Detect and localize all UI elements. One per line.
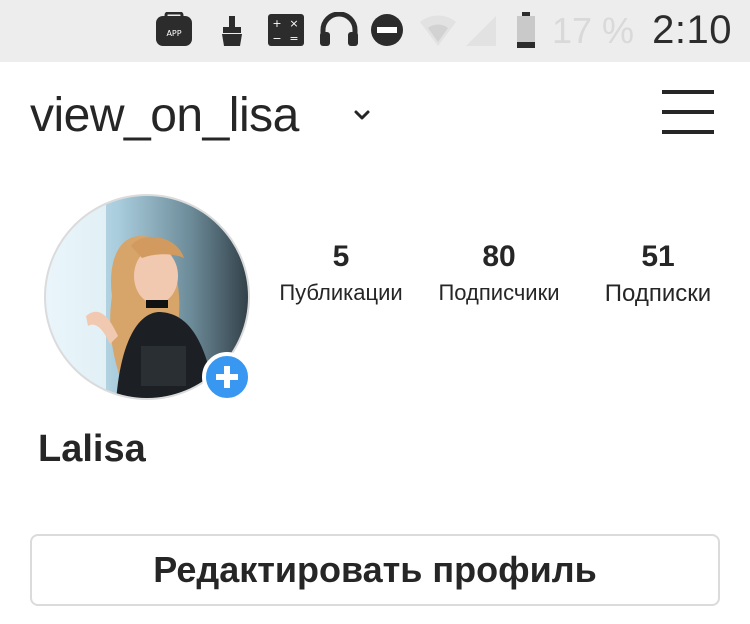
clock: 2:10 <box>652 8 732 52</box>
profile-header: view_on_lisa <box>0 62 750 172</box>
svg-text:=: = <box>289 32 298 45</box>
battery-icon <box>514 12 538 48</box>
posts-count[interactable]: 5 Публикации <box>268 240 414 306</box>
cleaner-brush-icon <box>218 12 246 48</box>
svg-text:−: − <box>272 32 281 45</box>
following-label: Подписки <box>604 280 712 307</box>
followers-count[interactable]: 80 Подписчики <box>426 240 572 306</box>
menu-icon[interactable] <box>660 88 716 136</box>
followers-value: 80 <box>482 240 516 273</box>
following-value: 51 <box>641 240 675 273</box>
add-story-button[interactable] <box>202 352 252 402</box>
display-name: Lalisa <box>38 428 146 470</box>
chevron-down-icon[interactable] <box>350 106 374 126</box>
edit-profile-button[interactable]: Редактировать профиль <box>30 534 720 606</box>
posts-label: Публикации <box>279 280 403 305</box>
avatar[interactable] <box>44 194 252 402</box>
svg-text:APP: APP <box>166 29 181 38</box>
signal-icon <box>464 12 498 48</box>
headphones-icon <box>318 12 360 48</box>
posts-value: 5 <box>332 240 350 273</box>
calculator-icon: + × − = <box>266 12 306 48</box>
status-bar: APP + × − = 17 % 2:10 <box>0 0 750 62</box>
followers-label: Подписчики <box>438 280 560 305</box>
svg-text:×: × <box>289 17 298 30</box>
following-count[interactable]: 51 Подписки <box>588 240 728 308</box>
do-not-disturb-icon <box>368 12 406 48</box>
wifi-icon <box>418 12 458 48</box>
battery-percent: 17 % <box>552 10 635 51</box>
svg-text:+: + <box>272 17 281 30</box>
username[interactable]: view_on_lisa <box>30 88 299 143</box>
app-store-icon: APP <box>154 12 194 48</box>
